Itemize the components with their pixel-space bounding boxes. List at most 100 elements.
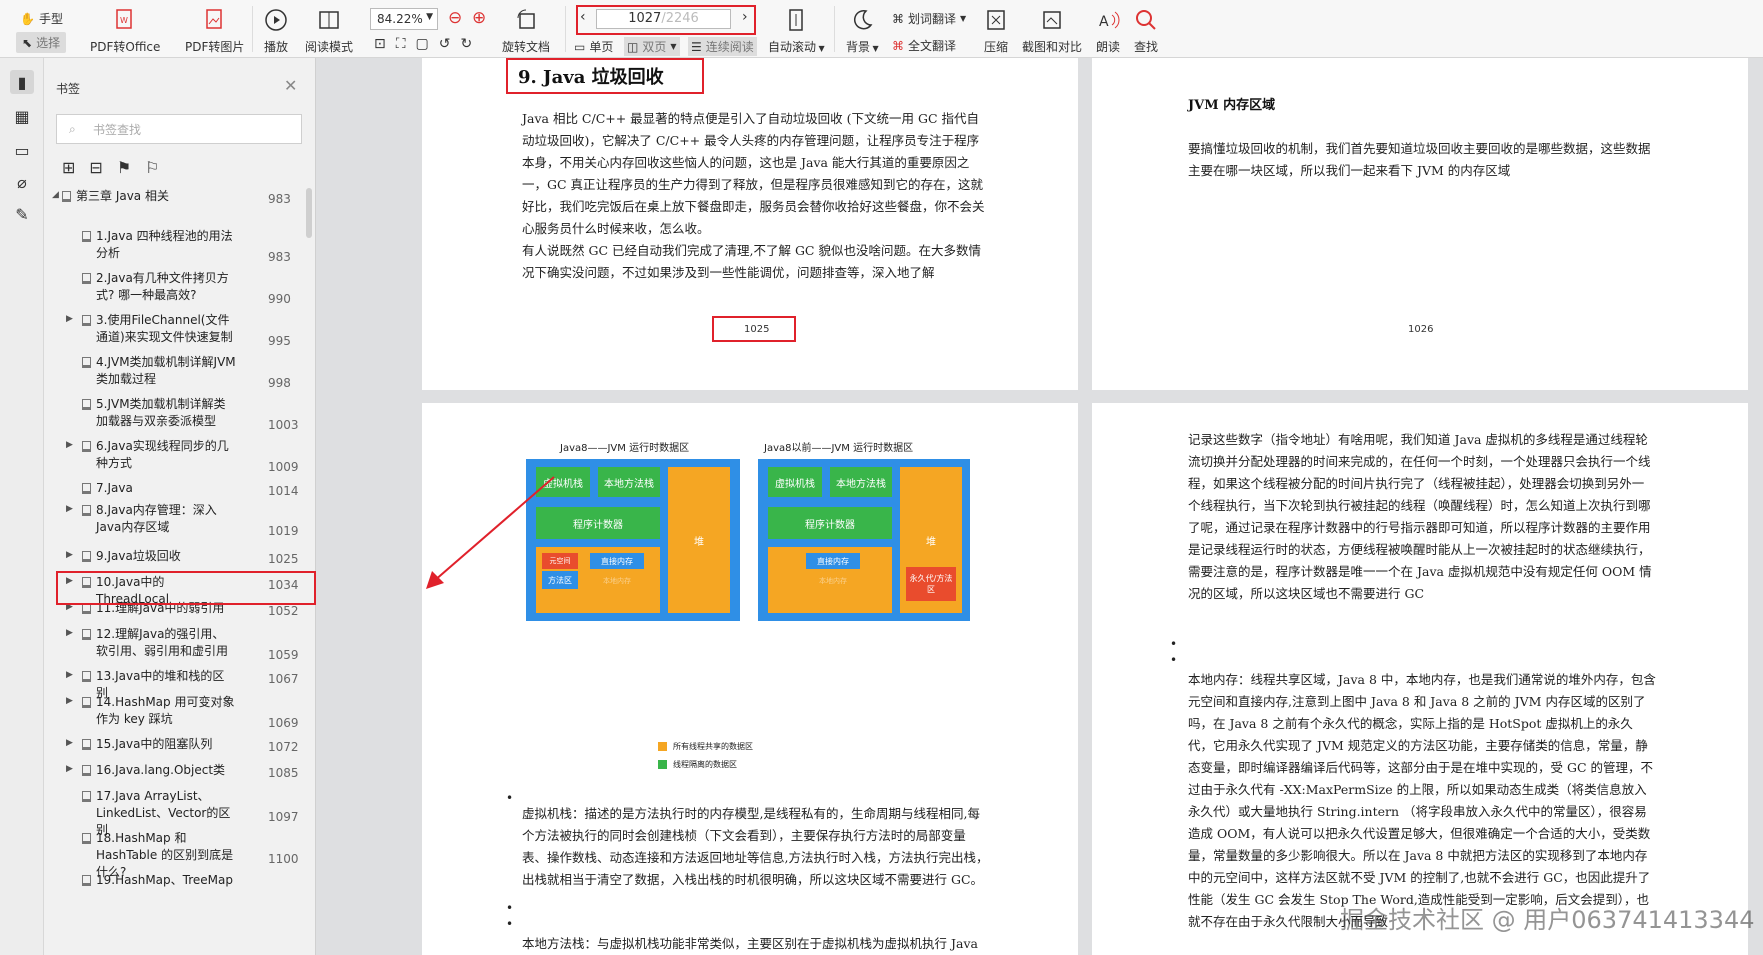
bookmark-flag-icon (82, 231, 91, 242)
chevron-right-icon[interactable]: ▶ (66, 764, 73, 774)
page-1026-paragraph: 要搞懂垃圾回收的机制，我们首先要知道垃圾回收主要回收的是哪些数据，这些数据主要在… (1188, 141, 1651, 178)
cursor-icon: ⬉ (22, 35, 33, 50)
direct-memory-box: 直接内存 (590, 553, 644, 569)
bookmark-label: 14.HashMap 用可变对象作为 key 踩坑 (96, 695, 235, 726)
full-translate-button[interactable]: ⌘ 全文翻译 (892, 37, 956, 54)
thumbnail-icon[interactable]: ▦ (10, 104, 34, 128)
page-number: 1025 (744, 324, 770, 335)
zoom-in-icon[interactable]: ⊕ (472, 8, 486, 28)
chevron-right-icon[interactable]: ▶ (66, 696, 73, 706)
auto-scroll-icon (789, 9, 804, 31)
chevron-right-icon[interactable]: ▶ (66, 738, 73, 748)
document-view[interactable]: 9. Java 垃圾回收 Java 相比 C/C++ 最显著的特点便是引入了自动… (316, 58, 1763, 955)
legend-swatch (658, 742, 667, 751)
bookmark-page: 1014 (268, 484, 299, 498)
bookmark-label: 9.Java垃圾回收 (96, 549, 181, 563)
double-page-button[interactable]: ◫ 双页 ▼ (624, 37, 680, 56)
bookmark-flag-icon (82, 551, 91, 562)
continuous-icon: ☰ (691, 39, 702, 54)
bookmark-flag-icon (82, 875, 91, 886)
rotate-right-icon[interactable]: ↻ (461, 36, 473, 52)
diagram-1-title: Java8——JVM 运行时数据区 (560, 443, 690, 454)
page-1025-paragraph-1: Java 相比 C/C++ 最显著的特点便是引入了自动垃圾回收 (下文统一用 G… (522, 111, 985, 236)
chevron-down-icon[interactable]: ◢ (52, 190, 59, 200)
bookmark-flag-icon (62, 191, 71, 202)
bookmark-page: 1059 (268, 648, 299, 662)
auto-scroll-button[interactable]: 自动滚动 ▼ (768, 8, 825, 55)
bookmark-label: 3.使用FileChannel(文件通道)来实现文件快速复制 (96, 313, 233, 344)
native-memory-label: 本地内存 (819, 577, 847, 585)
heap-box: 堆 永久代/方法区 (900, 467, 962, 613)
continuous-read-button[interactable]: ☰ 连续阅读 (688, 37, 757, 56)
close-icon[interactable]: ✕ (284, 76, 297, 95)
page-number: 1026 (1408, 324, 1434, 335)
chevron-right-icon[interactable]: ▶ (66, 504, 73, 514)
chevron-down-icon: ▼ (670, 42, 677, 51)
bookmark-search-input[interactable]: ⌕ 书签查找 (56, 114, 302, 144)
direct-memory-box: 直接内存 (806, 553, 860, 569)
bookmark-label: 8.Java内存管理：深入Java内存区域 (96, 503, 217, 534)
rotate-document-button[interactable]: 旋转文档 (502, 8, 550, 55)
background-button[interactable]: 背景 ▼ (846, 8, 879, 55)
page-1028-paragraph-1: 记录这些数字（指令地址）有啥用呢，我们知道 Java 虚拟机的多线程是通过线程轮… (1188, 432, 1652, 601)
bookmark-label: 5.JVM类加载机制详解类加载器与双亲委派模型 (96, 397, 226, 428)
play-button[interactable]: 播放 (264, 8, 288, 55)
prev-page-icon[interactable]: ‹ (580, 9, 586, 25)
compress-button[interactable]: 压缩 (984, 8, 1008, 55)
select-tool-button[interactable]: ⬉ 选择 (16, 32, 67, 53)
zoom-select[interactable]: 84.22% ▼ (370, 8, 438, 30)
single-page-button[interactable]: ▭ 单页 (574, 38, 613, 55)
collapse-all-icon[interactable]: ⊟ (89, 158, 102, 177)
pdf-to-office-button[interactable]: W PDF转Office (90, 8, 160, 55)
read-aloud-button[interactable]: A 朗读 (1096, 8, 1120, 55)
bookmark-icon[interactable]: ⚐ (145, 158, 159, 177)
chevron-right-icon[interactable]: ▶ (66, 628, 73, 638)
translate-icon: ⌘ (892, 11, 904, 26)
next-page-icon[interactable]: › (742, 9, 748, 25)
screenshot-compare-button[interactable]: 截图和对比 (1022, 8, 1082, 55)
comment-icon[interactable]: ▭ (10, 138, 34, 162)
expand-all-icon[interactable]: ⊞ (62, 158, 75, 177)
section-heading: 9. Java 垃圾回收 (518, 67, 664, 88)
bookmark-page: 1052 (268, 604, 299, 618)
moon-icon (854, 9, 873, 30)
search-icon (1136, 10, 1156, 30)
bookmark-flag-icon (82, 833, 91, 844)
chevron-right-icon[interactable]: ▶ (66, 314, 73, 324)
zoom-out-icon[interactable]: ⊖ (448, 8, 462, 28)
panel-scrollbar[interactable] (306, 188, 312, 238)
bookmark-panel-icon[interactable]: ▮ (10, 70, 34, 94)
signature-icon[interactable]: ✎ (10, 202, 34, 226)
bookmark-page: 1025 (268, 552, 299, 566)
bookmark-page: 990 (268, 292, 291, 306)
chevron-right-icon[interactable]: ▶ (66, 550, 73, 560)
page-1025-paragraph-2: 有人说既然 GC 已经自动我们完成了清理,不了解 GC 貌似也没啥问题。在大多数… (522, 243, 981, 280)
rotate-document-icon (517, 9, 535, 29)
bookmark-label: 2.Java有几种文件拷贝方式? 哪一种最高效? (96, 271, 229, 302)
actual-size-icon[interactable]: ▢ (416, 36, 429, 52)
word-translate-button[interactable]: ⌘ 划词翻译 ▼ (892, 10, 966, 27)
find-button[interactable]: 查找 (1134, 8, 1158, 55)
bookmark-label: 19.HashMap、TreeMap (96, 873, 233, 887)
hand-icon: ✋ (20, 11, 35, 26)
rotate-left-icon[interactable]: ↺ (439, 36, 451, 52)
search-icon: ⌕ (69, 122, 76, 136)
bookmark-page: 998 (268, 376, 291, 390)
pdf-to-image-button[interactable]: PDF转图片 (185, 8, 244, 55)
chevron-right-icon[interactable]: ▶ (66, 440, 73, 450)
hand-tool-button[interactable]: ✋ 手型 (20, 10, 63, 27)
bookmark-page: 1085 (268, 766, 299, 780)
bookmark-flag-icon (82, 671, 91, 682)
bookmark-label: 12.理解Java的强引用、软引用、弱引用和虚引用 (96, 627, 229, 658)
book-icon (319, 11, 339, 29)
fit-page-icon[interactable]: ⊡ (374, 36, 386, 52)
page-1025: 9. Java 垃圾回收 Java 相比 C/C++ 最显著的特点便是引入了自动… (422, 58, 1078, 390)
attachment-icon[interactable]: ⌀ (10, 170, 34, 194)
legend-swatch (658, 760, 667, 769)
chevron-right-icon[interactable]: ▶ (66, 670, 73, 680)
read-mode-button[interactable]: 阅读模式 (305, 8, 353, 55)
bullet: • (1170, 637, 1178, 651)
add-bookmark-icon[interactable]: ⚑ (117, 158, 131, 177)
page-number-input[interactable]: 1027/2246 (596, 9, 731, 29)
fit-width-icon[interactable]: ⛶ (396, 36, 406, 52)
